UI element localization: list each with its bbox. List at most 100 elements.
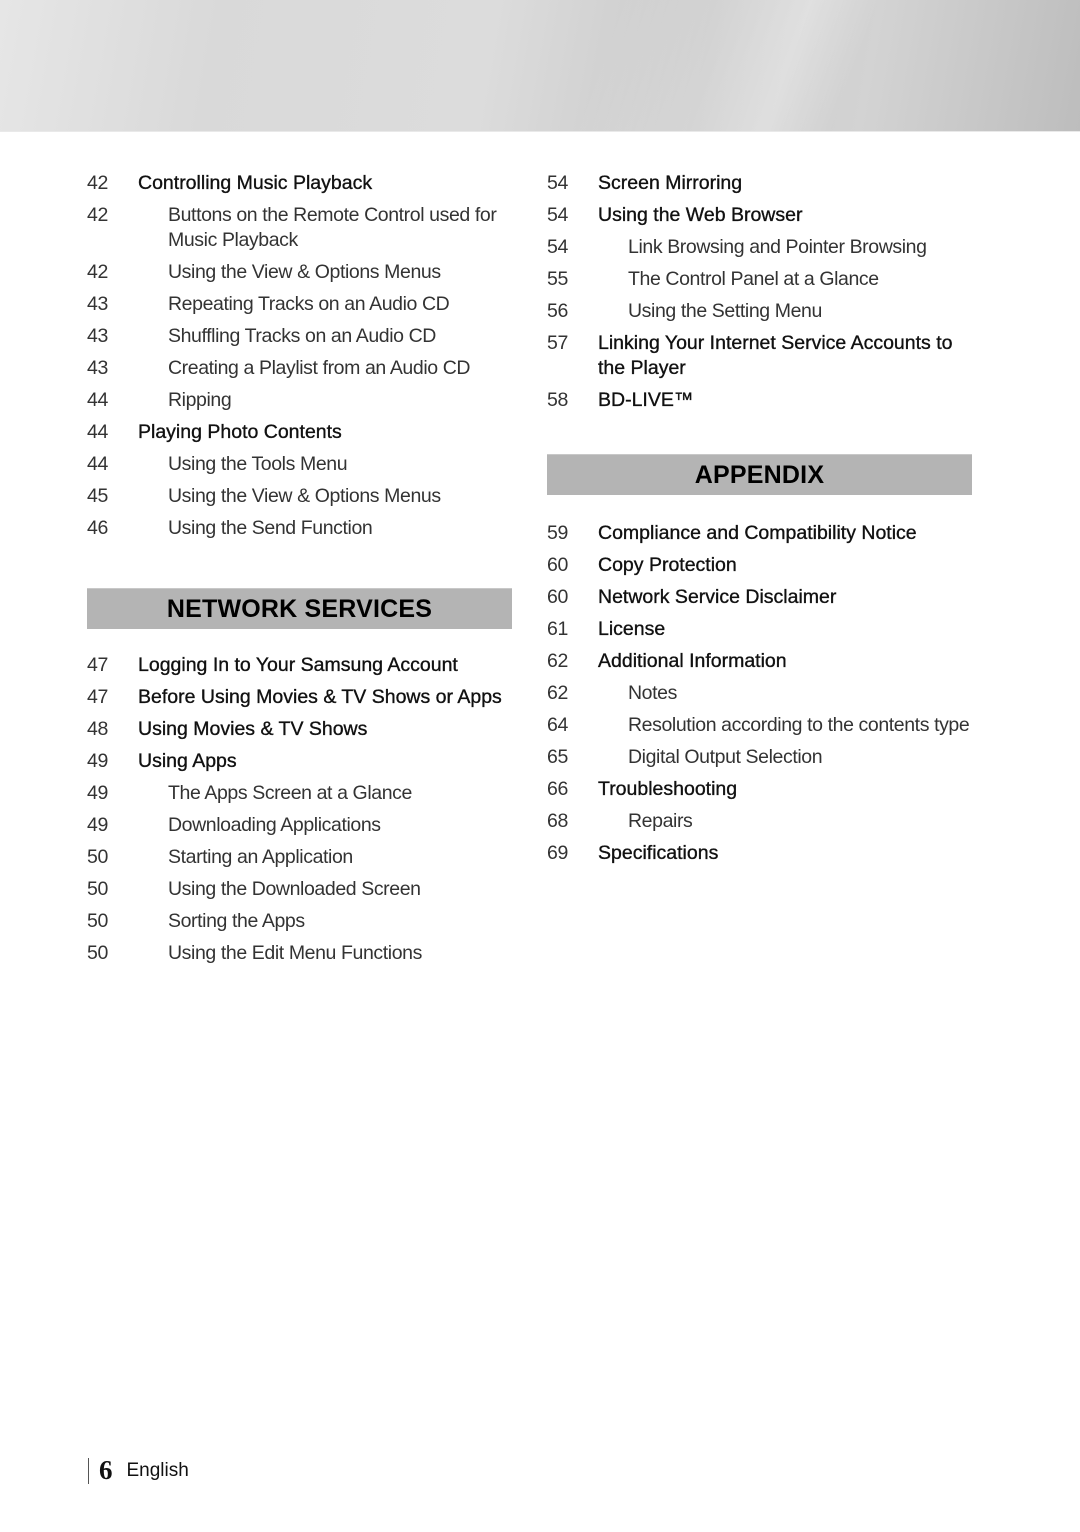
toc-entry-title: Using the Tools Menu [168,453,348,475]
toc-subentry[interactable]: 65 Digital Output Selection [547,745,972,770]
toc-entry[interactable]: 66 Troubleshooting [547,777,972,802]
toc-page-number: 44 [87,389,109,411]
toc-entry[interactable]: 69 Specifications [547,841,972,866]
toc-page-number: 43 [87,293,109,315]
page-footer: 6 English [88,1455,189,1486]
toc-left-column: 42 Controlling Music Playback 42 Buttons on… [87,171,512,973]
toc-entry-title: BD-LIVE™ [598,389,694,411]
toc-entry-title: Network Service Disclaimer [598,586,837,608]
toc-entry-title: Compliance and Compatibility Notice [598,522,917,544]
toc-group: 59 Compliance and Compatibility Notice 60 C… [547,521,972,866]
toc-entry-title: Repairs [628,810,693,832]
toc-entry-title: Before Using Movies & TV Shows or Apps [138,686,502,708]
toc-page-number: 69 [547,842,569,864]
toc-page-number: 65 [547,746,569,768]
toc-subentry[interactable]: 64 Resolution according to the contents t… [547,713,972,738]
toc-page-number: 68 [547,810,569,832]
toc-entry[interactable]: 44 Playing Photo Contents [87,420,512,445]
toc-entry-title: Shuffling Tracks on an Audio CD [168,325,436,347]
toc-subentry[interactable]: 49 The Apps Screen at a Glance [87,781,512,806]
toc-entry[interactable]: 47 Logging In to Your Samsung Account [87,653,512,678]
header-decorative-band [0,0,1080,132]
toc-page-number: 60 [547,586,569,608]
toc-page-number: 44 [87,421,109,443]
toc-entry-title: The Apps Screen at a Glance [168,782,412,804]
toc-entry-title: Starting an Application [168,846,353,868]
toc-subentry[interactable]: 50 Starting an Application [87,845,512,870]
toc-page-number: 58 [547,389,569,411]
toc-entry-title: Copy Protection [598,554,737,576]
toc-entry-title: Using the View & Options Menus [168,485,441,507]
toc-page-number: 61 [547,618,569,640]
toc-right-column: 54 Screen Mirroring 54 Using the Web Browse… [547,171,972,873]
toc-entry[interactable]: 57 Linking Your Internet Service Accounts… [547,331,972,381]
toc-subentry[interactable]: 55 The Control Panel at a Glance [547,267,972,292]
toc-entry-title: Notes [628,682,677,704]
toc-entry-title: Additional Information [598,650,787,672]
toc-entry-title: Digital Output Selection [628,746,823,768]
toc-subentry[interactable]: 50 Sorting the Apps [87,909,512,934]
toc-subentry[interactable]: 44 Ripping [87,388,512,413]
toc-entry-title: Using the Edit Menu Functions [168,942,422,964]
toc-entry[interactable]: 62 Additional Information [547,649,972,674]
toc-entry[interactable]: 49 Using Apps [87,749,512,774]
toc-entry[interactable]: 61 License [547,617,972,642]
toc-entry-title: Linking Your Internet Service Accounts t… [598,332,953,379]
toc-subentry[interactable]: 45 Using the View & Options Menus [87,484,512,509]
toc-subentry[interactable]: 43 Creating a Playlist from an Audio CD [87,356,512,381]
toc-page-number: 50 [87,910,109,932]
toc-page-number: 48 [87,718,109,740]
toc-subentry[interactable]: 42 Buttons on the Remote Control used for… [87,203,512,253]
toc-entry[interactable]: 47 Before Using Movies & TV Shows or Apps [87,685,512,710]
toc-entry-title: Using the Setting Menu [628,300,822,322]
toc-entry-title: Specifications [598,842,719,864]
toc-entry-title: Using Apps [138,750,237,772]
toc-page-number: 47 [87,654,109,676]
toc-page-number: 54 [547,172,569,194]
toc-subentry[interactable]: 54 Link Browsing and Pointer Browsing [547,235,972,260]
toc-page-number: 66 [547,778,569,800]
toc-page-number: 44 [87,453,109,475]
toc-subentry[interactable]: 49 Downloading Applications [87,813,512,838]
toc-entry-title: Troubleshooting [598,778,738,800]
toc-page-number: 47 [87,686,109,708]
toc-entry-title: Sorting the Apps [168,910,305,932]
toc-entry-title: Controlling Music Playback [138,172,373,194]
toc-group: 47 Logging In to Your Samsung Account 47 Be… [87,653,512,966]
toc-entry-title: Ripping [168,389,232,411]
toc-entry-title: Resolution according to the contents typ… [628,714,970,736]
toc-entry[interactable]: 60 Copy Protection [547,553,972,578]
toc-page-number: 64 [547,714,569,736]
toc-page-number: 43 [87,357,109,379]
toc-page-number: 42 [87,204,109,226]
toc-subentry[interactable]: 62 Notes [547,681,972,706]
toc-entry-title: The Control Panel at a Glance [628,268,879,290]
toc-page-number: 54 [547,204,569,226]
toc-page-number: 49 [87,782,109,804]
toc-subentry[interactable]: 43 Repeating Tracks on an Audio CD [87,292,512,317]
toc-page-number: 59 [547,522,569,544]
toc-subentry[interactable]: 68 Repairs [547,809,972,834]
toc-page-number: 54 [547,236,569,258]
footer-divider [88,1457,89,1484]
toc-entry[interactable]: 54 Using the Web Browser [547,203,972,228]
section-header-network-services: NETWORK SERVICES [87,588,512,629]
toc-entry-title: Repeating Tracks on an Audio CD [168,293,450,315]
toc-subentry[interactable]: 56 Using the Setting Menu [547,299,972,324]
toc-subentry[interactable]: 50 Using the Downloaded Screen [87,877,512,902]
page-number: 6 [99,1455,113,1485]
toc-entry-title: Creating a Playlist from an Audio CD [168,357,471,379]
toc-entry[interactable]: 48 Using Movies & TV Shows [87,717,512,742]
toc-entry[interactable]: 60 Network Service Disclaimer [547,585,972,610]
toc-entry[interactable]: 58 BD-LIVE™ [547,388,972,413]
toc-subentry[interactable]: 43 Shuffling Tracks on an Audio CD [87,324,512,349]
toc-entry-title: License [598,618,666,640]
toc-subentry[interactable]: 42 Using the View & Options Menus [87,260,512,285]
toc-entry[interactable]: 59 Compliance and Compatibility Notice [547,521,972,546]
toc-subentry[interactable]: 46 Using the Send Function [87,516,512,541]
toc-entry[interactable]: 42 Controlling Music Playback [87,171,512,196]
toc-subentry[interactable]: 44 Using the Tools Menu [87,452,512,477]
toc-entry[interactable]: 54 Screen Mirroring [547,171,972,196]
toc-entry-title: Downloading Applications [168,814,381,836]
toc-subentry[interactable]: 50 Using the Edit Menu Functions [87,941,512,966]
